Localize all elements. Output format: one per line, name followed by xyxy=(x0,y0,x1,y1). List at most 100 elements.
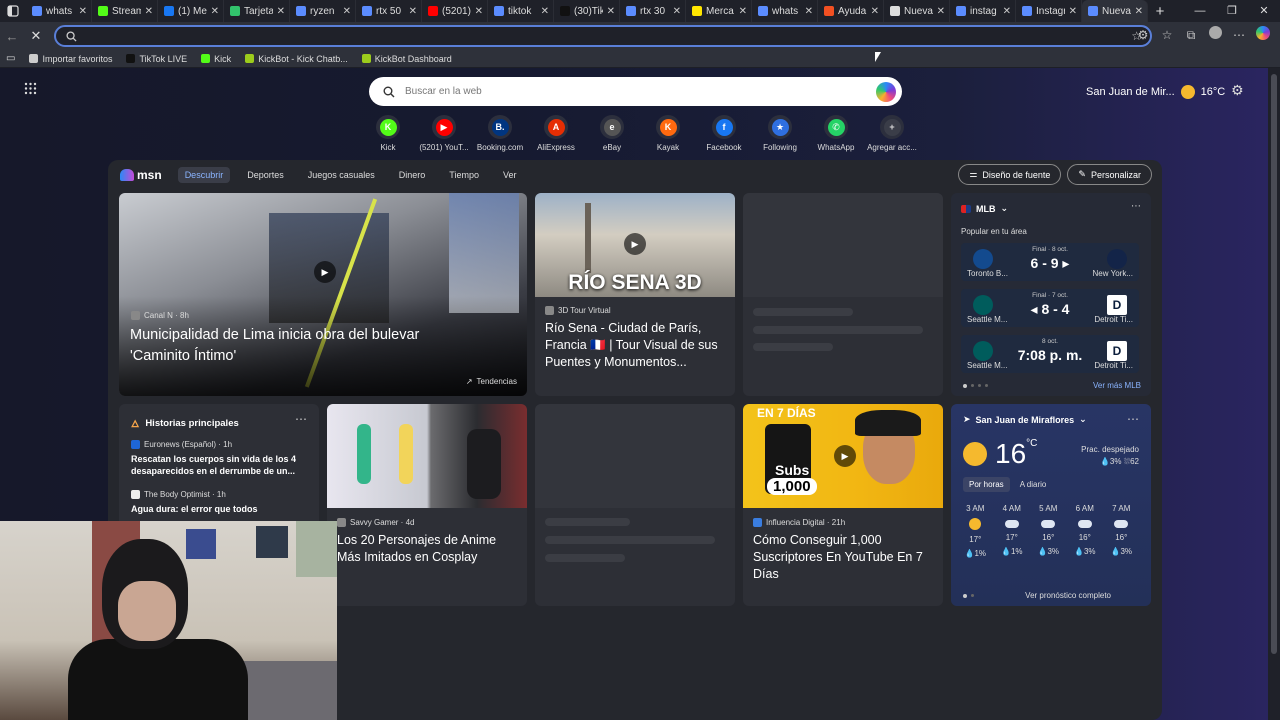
hero-news-card[interactable]: ▶ Canal N · 8h Municipalidad de Lima ini… xyxy=(119,193,527,396)
profile-avatar[interactable] xyxy=(1206,26,1224,44)
play-icon[interactable]: ▶ xyxy=(624,233,646,255)
browser-tab[interactable]: Tarjeta ✕ xyxy=(224,0,290,22)
close-tab-icon[interactable]: ✕ xyxy=(1135,6,1143,17)
web-search-box[interactable]: Buscar en la web xyxy=(369,77,902,106)
stop-icon[interactable]: ✕ xyxy=(24,28,48,44)
weather-header[interactable]: ➤ San Juan de Miraflores ⌄ xyxy=(963,414,1087,425)
nav-descubrir[interactable]: Descubrir xyxy=(177,167,231,183)
font-design-button[interactable]: ⚌ Diseño de fuente xyxy=(958,164,1062,185)
browser-tab[interactable]: tiktok ✕ xyxy=(488,0,554,22)
collections-icon[interactable]: ☆ xyxy=(1158,26,1176,44)
close-tab-icon[interactable]: ✕ xyxy=(343,6,351,17)
close-tab-icon[interactable]: ✕ xyxy=(1069,6,1077,17)
close-tab-icon[interactable]: ✕ xyxy=(409,6,417,17)
apps-grid-icon[interactable] xyxy=(24,82,37,98)
close-window-icon[interactable]: ✕ xyxy=(1248,0,1280,22)
more-options-icon[interactable]: ⋯ xyxy=(295,412,307,426)
bookmark-item[interactable]: TikTok LIVE xyxy=(126,54,187,64)
play-icon[interactable]: ▶ xyxy=(314,261,336,283)
browser-tab[interactable]: Merca ✕ xyxy=(686,0,752,22)
address-input[interactable] xyxy=(85,29,1150,43)
close-tab-icon[interactable]: ✕ xyxy=(739,6,747,17)
downloads-icon[interactable]: ⧉ xyxy=(1182,26,1200,44)
youtube-tips-card[interactable]: EN 7 DÍAS Subs 1,000 ▶ Influencia Digita… xyxy=(743,404,943,606)
yt-title[interactable]: Cómo Conseguir 1,000 Suscriptores En You… xyxy=(753,532,937,583)
quick-link[interactable]: K Kick xyxy=(360,115,416,152)
close-tab-icon[interactable]: ✕ xyxy=(277,6,285,17)
msn-logo[interactable]: msn xyxy=(120,168,162,182)
mlb-header[interactable]: MLB ⌄ xyxy=(961,203,1008,214)
browser-tab[interactable]: Ayuda ✕ xyxy=(818,0,884,22)
sidebar-toggle-icon[interactable]: ▭ xyxy=(6,53,15,64)
browser-tab[interactable]: (5201) ✕ xyxy=(422,0,488,22)
bookmark-item[interactable]: Kick xyxy=(201,54,231,64)
cosplay-title[interactable]: Los 20 Personajes de Anime Más Imitados … xyxy=(337,532,521,566)
story-item[interactable]: Euronews (Español) · 1h Rescatan los cue… xyxy=(131,440,311,477)
browser-tab[interactable]: Nueva ✕ xyxy=(1082,0,1148,22)
quick-link[interactable]: f Facebook xyxy=(696,115,752,152)
close-tab-icon[interactable]: ✕ xyxy=(145,6,153,17)
browser-tab[interactable]: Stream ✕ xyxy=(92,0,158,22)
browser-tab[interactable]: (30)Tik ✕ xyxy=(554,0,620,22)
settings-gear-icon[interactable]: ⚙ xyxy=(1231,82,1244,99)
browser-tab[interactable]: (1) Me ✕ xyxy=(158,0,224,22)
close-tab-icon[interactable]: ✕ xyxy=(541,6,549,17)
back-icon[interactable]: ← xyxy=(0,29,24,44)
quick-link[interactable]: K Kayak xyxy=(640,115,696,152)
close-tab-icon[interactable]: ✕ xyxy=(805,6,813,17)
tab-daily[interactable]: A diario xyxy=(1014,477,1053,492)
quick-link[interactable]: ★ Following xyxy=(752,115,808,152)
mlb-game-row[interactable]: D 8 oct. 7:08 p. m. Seattle M... Detroit… xyxy=(961,335,1139,373)
browser-tab[interactable]: whats ✕ xyxy=(26,0,92,22)
scrollbar-thumb[interactable] xyxy=(1271,74,1277,654)
browser-tab[interactable]: ryzen ✕ xyxy=(290,0,356,22)
carousel-dots[interactable] xyxy=(963,594,974,598)
hero-title[interactable]: Municipalidad de Lima inicia obra del bu… xyxy=(130,325,480,367)
close-tab-icon[interactable]: ✕ xyxy=(79,6,87,17)
carousel-dots[interactable] xyxy=(963,384,988,388)
address-bar[interactable]: ☆ xyxy=(54,25,1152,47)
more-options-icon[interactable]: ⋯ xyxy=(1131,201,1141,212)
quick-link[interactable]: B. Booking.com xyxy=(472,115,528,152)
maximize-icon[interactable]: ❐ xyxy=(1216,0,1248,22)
tab-hourly[interactable]: Por horas xyxy=(963,477,1010,492)
close-tab-icon[interactable]: ✕ xyxy=(871,6,879,17)
customize-button[interactable]: ✎ Personalizar xyxy=(1067,164,1152,185)
nav-dinero[interactable]: Dinero xyxy=(392,167,433,183)
nav-deportes[interactable]: Deportes xyxy=(240,167,291,183)
browser-tab[interactable]: rtx 30 ✕ xyxy=(620,0,686,22)
nav-tiempo[interactable]: Tiempo xyxy=(442,167,486,183)
story-item[interactable]: The Body Optimist · 1h Agua dura: el err… xyxy=(131,490,311,515)
rio-sena-card[interactable]: ▶ RÍO SENA 3D 3D Tour Virtual Río Sena -… xyxy=(535,193,735,396)
extensions-icon[interactable]: ⚙ xyxy=(1134,26,1152,44)
quick-link[interactable]: A AliExpress xyxy=(528,115,584,152)
nav-ver[interactable]: Ver xyxy=(496,167,524,183)
weather-summary[interactable]: San Juan de Mir... 16°C xyxy=(1086,85,1225,99)
page-scrollbar[interactable] xyxy=(1268,68,1280,720)
nav-juegos[interactable]: Juegos casuales xyxy=(301,167,382,183)
browser-tab[interactable]: whats ✕ xyxy=(752,0,818,22)
copilot-icon[interactable] xyxy=(1254,26,1272,44)
more-menu-icon[interactable]: ⋯ xyxy=(1230,26,1248,44)
bookmark-item[interactable]: KickBot - Kick Chatb... xyxy=(245,54,348,64)
tab-menu-icon[interactable] xyxy=(0,0,26,22)
browser-tab[interactable]: Instagr ✕ xyxy=(1016,0,1082,22)
close-tab-icon[interactable]: ✕ xyxy=(937,6,945,17)
play-icon[interactable]: ▶ xyxy=(834,445,856,467)
quick-link[interactable]: + Agregar acc... xyxy=(864,115,920,152)
close-tab-icon[interactable]: ✕ xyxy=(673,6,681,17)
browser-tab[interactable]: rtx 50 ✕ xyxy=(356,0,422,22)
cosplay-card[interactable]: Savvy Gamer · 4d Los 20 Personajes de An… xyxy=(327,404,527,606)
quick-link[interactable]: e eBay xyxy=(584,115,640,152)
quick-link[interactable]: ▶ (5201) YouT... xyxy=(416,115,472,152)
more-options-icon[interactable]: ⋯ xyxy=(1127,412,1139,426)
quick-link[interactable]: ✆ WhatsApp xyxy=(808,115,864,152)
close-tab-icon[interactable]: ✕ xyxy=(607,6,615,17)
more-mlb-link[interactable]: Ver más MLB xyxy=(1093,381,1141,390)
mlb-game-row[interactable]: D Final · 7 oct. ◂ 8 - 4 Seattle M... De… xyxy=(961,289,1139,327)
minimize-icon[interactable]: — xyxy=(1184,0,1216,22)
browser-tab[interactable]: Nueva ✕ xyxy=(884,0,950,22)
close-tab-icon[interactable]: ✕ xyxy=(475,6,483,17)
bookmark-item[interactable]: Importar favoritos xyxy=(29,54,112,64)
mlb-game-row[interactable]: Final · 8 oct. 6 - 9 ▸ Toronto B... New … xyxy=(961,243,1139,281)
